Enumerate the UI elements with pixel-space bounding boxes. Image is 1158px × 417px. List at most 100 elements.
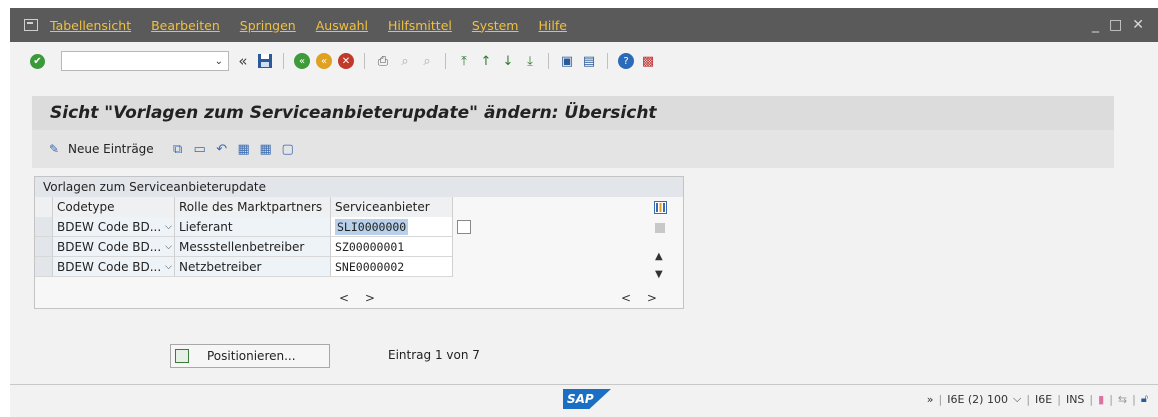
first-page-icon[interactable]: ⤒ bbox=[456, 53, 472, 69]
exit-icon[interactable]: « bbox=[316, 53, 332, 69]
table-row[interactable]: BDEW Code BD... ⌵ Netzbetreiber SNE000000… bbox=[35, 257, 453, 277]
entry-counter: Eintrag 1 von 7 bbox=[388, 348, 480, 362]
scroll-up-icon[interactable]: ▲ bbox=[655, 251, 663, 262]
system-menu-icon[interactable] bbox=[24, 19, 38, 31]
new-entries-button[interactable]: Neue Einträge bbox=[68, 142, 154, 156]
menu-springen[interactable]: Springen bbox=[240, 18, 296, 33]
page-title: Sicht "Vorlagen zum Serviceanbieterupdat… bbox=[50, 103, 657, 123]
menu-bearbeiten[interactable]: Bearbeiten bbox=[151, 18, 220, 33]
layout-icon[interactable]: ⇆ bbox=[1118, 393, 1127, 406]
performance-icon: ▮ bbox=[1098, 392, 1105, 406]
command-field[interactable]: ⌄ bbox=[61, 51, 229, 71]
close-button[interactable]: ✕ bbox=[1132, 17, 1144, 33]
column-settings-icon[interactable] bbox=[654, 201, 667, 217]
select-all-column[interactable] bbox=[35, 197, 53, 217]
codetype-cell[interactable]: BDEW Code BD... ⌵ bbox=[53, 237, 175, 257]
page-title-bar: Sicht "Vorlagen zum Serviceanbieterupdat… bbox=[32, 96, 1114, 130]
codetype-cell[interactable]: BDEW Code BD... ⌵ bbox=[53, 217, 175, 237]
cancel-icon[interactable]: ✕ bbox=[338, 53, 354, 69]
menu-auswahl[interactable]: Auswahl bbox=[316, 18, 368, 33]
system-info[interactable]: I6E (2) 100 bbox=[947, 393, 1008, 406]
value-help-icon[interactable] bbox=[457, 220, 471, 234]
codetype-value: BDEW Code BD... bbox=[57, 259, 162, 274]
rolle-cell: Netzbetreiber bbox=[175, 257, 331, 277]
column-header-rolle[interactable]: Rolle des Marktpartners bbox=[175, 197, 331, 217]
window-controls: _ □ ✕ bbox=[1092, 17, 1144, 33]
sap-logo: SAP bbox=[563, 389, 611, 409]
toolbar-separator bbox=[283, 53, 284, 69]
next-page-icon[interactable]: ↓ bbox=[500, 53, 516, 69]
menu-hilfe[interactable]: Hilfe bbox=[539, 18, 567, 33]
rolle-cell: Lieferant bbox=[175, 217, 331, 237]
column-scroll-nav[interactable]: < > bbox=[339, 291, 381, 305]
row-selector[interactable] bbox=[35, 257, 53, 277]
delete-icon[interactable]: ▭ bbox=[192, 141, 208, 157]
table-row[interactable]: BDEW Code BD... ⌵ Messstellenbetreiber SZ… bbox=[35, 237, 453, 257]
enter-icon[interactable]: ✔ bbox=[30, 53, 45, 69]
serviceanbieter-input[interactable]: SLI0000000 bbox=[331, 217, 453, 237]
serviceanbieter-input[interactable]: SZ00000001 bbox=[331, 237, 453, 257]
position-button[interactable]: Positionieren... bbox=[170, 344, 330, 368]
toolbar-separator bbox=[548, 53, 549, 69]
shortcut-icon[interactable]: ▤ bbox=[581, 53, 597, 69]
table-title: Vorlagen zum Serviceanbieterupdate bbox=[35, 177, 683, 197]
new-session-icon[interactable]: ▣ bbox=[559, 53, 575, 69]
chevron-down-icon[interactable]: ⌵ bbox=[1013, 392, 1021, 406]
row-selector[interactable] bbox=[35, 237, 53, 257]
status-separator: | bbox=[1109, 392, 1113, 406]
find-icon[interactable]: ⌕ bbox=[397, 53, 413, 69]
find-next-icon[interactable]: ⌕ bbox=[419, 53, 435, 69]
minimize-button[interactable]: _ bbox=[1092, 17, 1099, 33]
undo-icon[interactable]: ↶ bbox=[214, 141, 230, 157]
menu-hilfsmittel[interactable]: Hilfsmittel bbox=[388, 18, 452, 33]
previous-page-icon[interactable]: ↑ bbox=[478, 53, 494, 69]
new-entries-icon[interactable]: ✎ bbox=[46, 141, 62, 157]
select-block-icon[interactable]: ▦ bbox=[258, 141, 274, 157]
toolbar-separator bbox=[445, 53, 446, 69]
copy-icon[interactable]: ⧉ bbox=[170, 141, 186, 157]
standard-toolbar: ✔ ⌄ « « « ✕ ⎙ ⌕ ⌕ ⤒ ↑ ↓ ⤓ ▣ ▤ ? ▩ bbox=[10, 42, 1158, 80]
chevron-down-icon[interactable]: ⌵ bbox=[165, 242, 172, 252]
codetype-value: BDEW Code BD... bbox=[57, 219, 162, 234]
column-header-serviceanbieter[interactable]: Serviceanbieter bbox=[331, 197, 453, 217]
deselect-all-icon[interactable]: ▢ bbox=[280, 141, 296, 157]
menu-tabellensicht[interactable]: Tabellensicht bbox=[50, 18, 131, 33]
toolbar-separator bbox=[607, 53, 608, 69]
customize-layout-icon[interactable]: ▩ bbox=[640, 53, 656, 69]
codetype-cell[interactable]: BDEW Code BD... ⌵ bbox=[53, 257, 175, 277]
select-all-icon[interactable]: ▦ bbox=[236, 141, 252, 157]
table-header: Codetype Rolle des Marktpartners Service… bbox=[35, 197, 453, 217]
status-expand-button[interactable]: » bbox=[927, 393, 934, 406]
application-toolbar: ✎ Neue Einträge ⧉ ▭ ↶ ▦ ▦ ▢ bbox=[32, 130, 1114, 168]
double-chevron-left-icon[interactable]: « bbox=[235, 52, 251, 70]
server-info: I6E bbox=[1035, 392, 1053, 406]
status-separator: | bbox=[1089, 392, 1094, 406]
insert-mode[interactable]: INS bbox=[1066, 393, 1084, 406]
chevron-down-icon[interactable]: ⌵ bbox=[165, 262, 172, 272]
chevron-down-icon[interactable]: ⌵ bbox=[165, 222, 172, 232]
back-icon[interactable]: « bbox=[294, 53, 310, 69]
help-icon[interactable]: ? bbox=[618, 53, 634, 69]
column-header-codetype[interactable]: Codetype bbox=[53, 197, 175, 217]
position-icon bbox=[175, 349, 189, 363]
sap-window: Tabellensicht Bearbeiten Springen Auswah… bbox=[10, 8, 1158, 417]
lock-icon[interactable]: 🔓︎ bbox=[1141, 392, 1148, 406]
toolbar-separator bbox=[364, 53, 365, 69]
table-control: Vorlagen zum Serviceanbieterupdate Codet… bbox=[34, 176, 684, 309]
chevron-down-icon[interactable]: ⌄ bbox=[215, 56, 223, 67]
scroll-down-icon[interactable]: ▼ bbox=[655, 269, 663, 280]
scrollbar-thumb[interactable] bbox=[655, 223, 665, 233]
rolle-cell: Messstellenbetreiber bbox=[175, 237, 331, 257]
serviceanbieter-input[interactable]: SNE0000002 bbox=[331, 257, 453, 277]
status-divider bbox=[10, 384, 1158, 385]
save-icon[interactable] bbox=[257, 53, 273, 69]
menu-system[interactable]: System bbox=[472, 18, 519, 33]
row-selector[interactable] bbox=[35, 217, 53, 237]
maximize-button[interactable]: □ bbox=[1109, 17, 1122, 33]
last-page-icon[interactable]: ⤓ bbox=[522, 53, 538, 69]
print-icon[interactable]: ⎙ bbox=[375, 53, 391, 69]
status-separator: | bbox=[1132, 392, 1136, 406]
table-row[interactable]: BDEW Code BD... ⌵ Lieferant SLI0000000 bbox=[35, 217, 471, 237]
table-scroll-nav[interactable]: < > bbox=[621, 291, 663, 305]
position-button-label: Positionieren... bbox=[207, 349, 296, 363]
